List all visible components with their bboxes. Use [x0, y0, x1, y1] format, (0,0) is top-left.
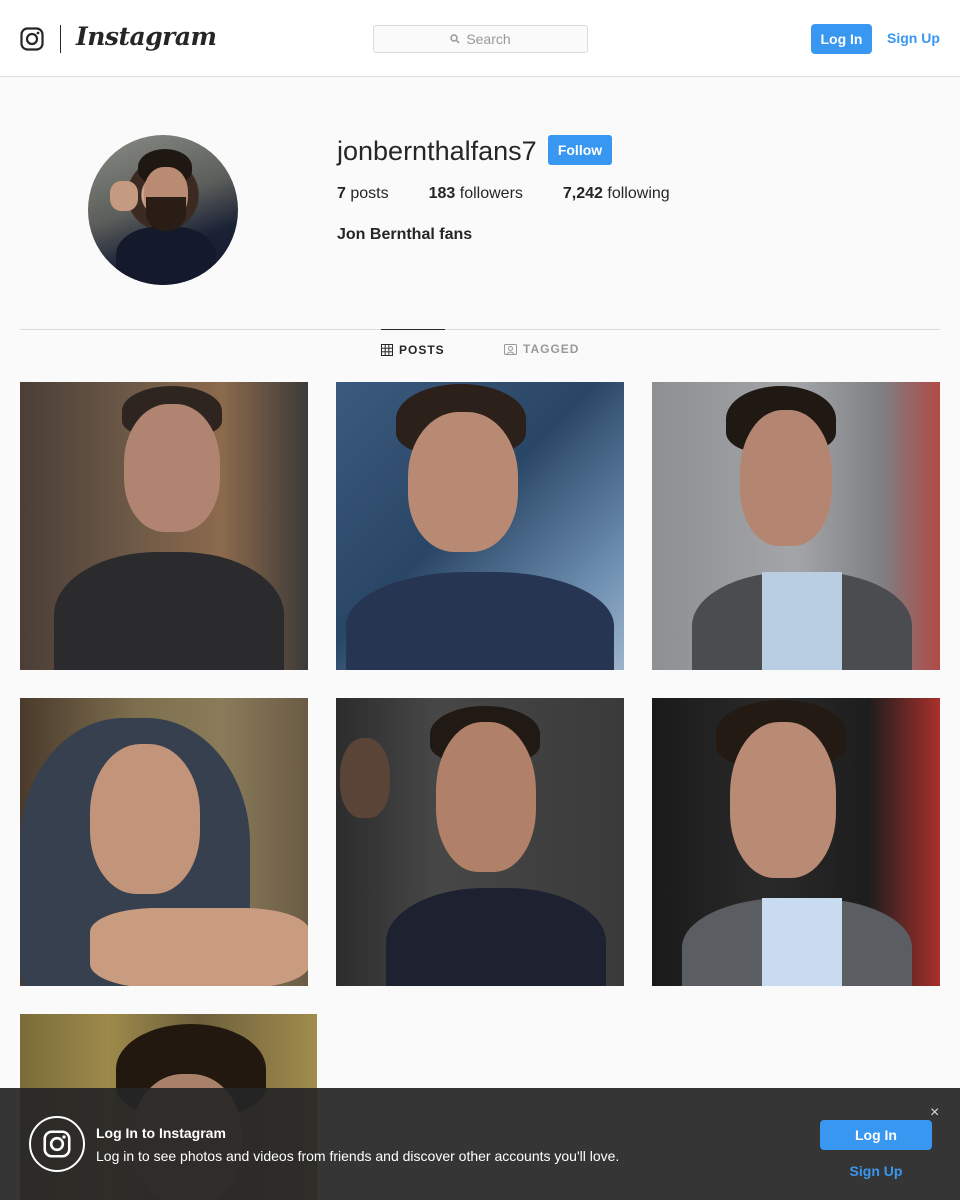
search-input[interactable]: Search	[373, 25, 588, 53]
post-thumbnail[interactable]	[336, 382, 624, 670]
tab-tagged[interactable]: TAGGED	[504, 329, 579, 369]
signup-link[interactable]: Sign Up	[887, 30, 940, 46]
following-count: 7,242	[562, 185, 603, 202]
instagram-logo-icon[interactable]	[20, 27, 44, 51]
posts-stat: 7 posts	[337, 185, 389, 203]
post-thumbnail[interactable]	[20, 698, 308, 986]
tab-tagged-label: TAGGED	[523, 342, 580, 356]
followers-count: 183	[428, 185, 456, 202]
close-icon[interactable]: ×	[930, 1105, 939, 1121]
follow-button[interactable]: Follow	[548, 135, 612, 165]
login-banner: Log In to Instagram Log in to see photos…	[0, 1088, 960, 1200]
followers-label: followers	[459, 185, 523, 202]
search-placeholder: Search	[466, 31, 511, 47]
instagram-wordmark[interactable]: Instagram	[76, 22, 217, 51]
tabs-divider	[20, 329, 940, 330]
post-thumbnail[interactable]	[652, 698, 940, 986]
post-thumbnail[interactable]	[652, 382, 940, 670]
profile-avatar	[88, 135, 238, 285]
top-nav: Instagram Search Log In Sign Up	[0, 0, 960, 77]
post-thumbnail[interactable]	[336, 698, 624, 986]
login-button[interactable]: Log In	[811, 24, 872, 54]
following-stat[interactable]: 7,242 following	[563, 185, 670, 203]
instagram-logo-icon	[29, 1116, 85, 1172]
banner-login-button[interactable]: Log In	[820, 1120, 932, 1150]
tab-posts[interactable]: POSTS	[381, 329, 445, 369]
profile-username: jonbernthalfans7	[337, 136, 537, 166]
followers-stat[interactable]: 183 followers	[429, 185, 523, 203]
post-thumbnail[interactable]	[20, 382, 308, 670]
tagged-icon	[504, 344, 517, 355]
posts-label: posts	[350, 185, 389, 202]
tab-posts-label: POSTS	[399, 342, 445, 357]
following-label: following	[607, 185, 670, 202]
search-icon	[450, 34, 460, 44]
banner-title: Log In to Instagram	[96, 1125, 226, 1141]
nav-divider	[60, 25, 61, 53]
profile-full-name: Jon Bernthal fans	[337, 226, 473, 243]
grid-icon	[381, 343, 393, 356]
banner-text: Log in to see photos and videos from fri…	[96, 1148, 620, 1164]
profile-stats: 7 posts 183 followers 7,242 following	[337, 185, 710, 203]
banner-signup-link[interactable]: Sign Up	[820, 1163, 932, 1179]
posts-count: 7	[337, 185, 346, 202]
